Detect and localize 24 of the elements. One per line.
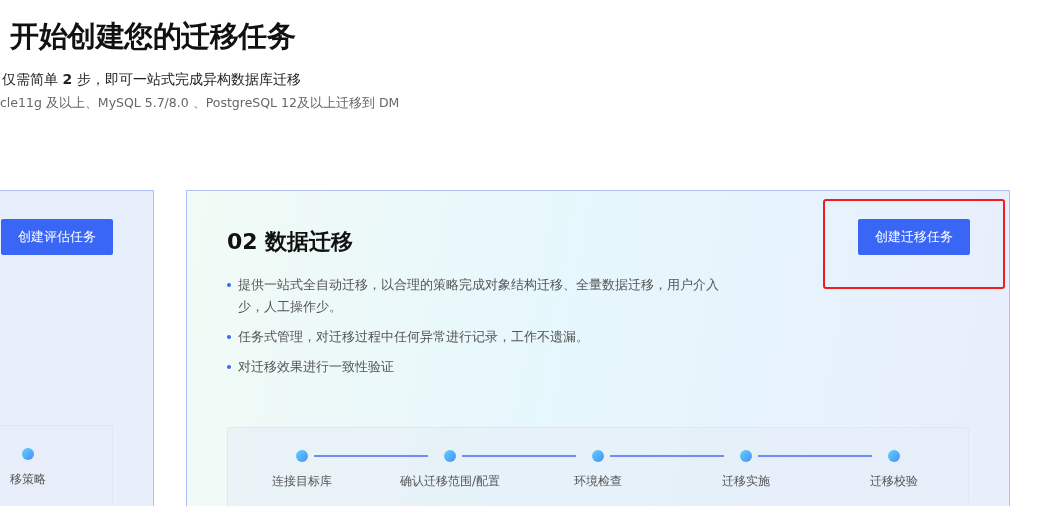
step-label: 迁移实施 [722, 473, 770, 490]
bullet-icon [227, 335, 231, 339]
step-dot-icon [888, 450, 900, 462]
step-dot-icon [22, 448, 34, 460]
feature-text: 提供一站式全自动迁移，以合理的策略完成对象结构迁移、全量数据迁移，用户介入少，人工操作少。 [238, 276, 720, 316]
create-task-button[interactable]: 创建评估任务 [1, 219, 113, 255]
support-note: cle11g 及以上、MySQL 5.7/8.0 、PostgreSQL 12及以上迁移到 DM [0, 94, 401, 112]
create-task-button[interactable]: 创建迁移任务 [858, 219, 970, 255]
step-dot-icon [444, 450, 456, 462]
card-title: 02 数据迁移 [227, 228, 354, 256]
step-dot-icon [296, 450, 308, 462]
feature-text: 任务式管理，对迁移过程中任何异常进行记录，工作不遗漏。 [238, 328, 589, 346]
feature-text: 对迁移效果进行一致性验证 [238, 358, 394, 376]
bullet-icon [227, 283, 231, 287]
step-label: 环境检查 [574, 473, 622, 490]
step-label: 迁移校验 [870, 473, 918, 490]
step-label: 确认迁移范围/配置 [399, 473, 500, 490]
step-dot-icon [740, 450, 752, 462]
bullet-icon [227, 365, 231, 369]
page-subtitle: 仅需简单 2 步，即可一站式完成异构数据库迁移 [1, 70, 302, 89]
step-dot-icon [592, 450, 604, 462]
page-title: 开始创建您的迁移任务 [9, 18, 297, 55]
step-label: 连接目标库 [272, 473, 332, 490]
step-label: 移策略 [10, 471, 46, 488]
